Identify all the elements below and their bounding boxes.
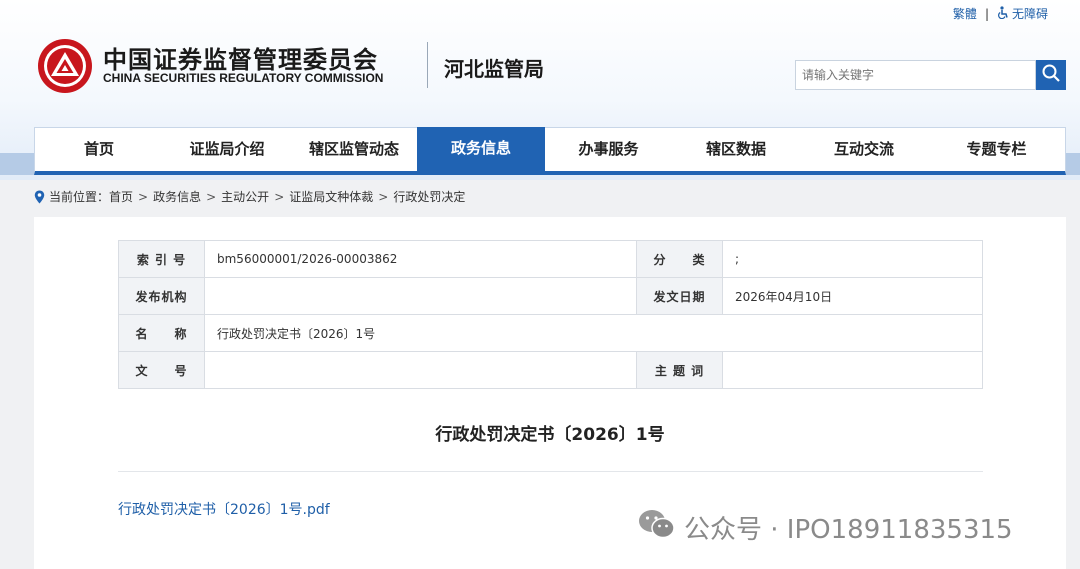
nav-item-services[interactable]: 办事服务 bbox=[545, 128, 672, 171]
breadcrumb-government-info[interactable]: 政务信息 bbox=[153, 188, 201, 205]
keywords-label: 主 题 词 bbox=[636, 351, 723, 389]
wechat-watermark: 公众号 · IPO18911835315 bbox=[638, 508, 1013, 547]
logo-divider bbox=[427, 42, 428, 88]
index-number-value: bm56000001/2026-00003862 bbox=[204, 240, 637, 278]
accessibility-label: 无障碍 bbox=[1011, 7, 1048, 21]
breadcrumb-separator: > bbox=[206, 189, 217, 204]
index-number-label: 索 引 号 bbox=[118, 240, 205, 278]
category-label: 分 类 bbox=[636, 240, 723, 278]
publisher-label: 发布机构 bbox=[118, 277, 205, 315]
document-metadata-table: 索 引 号 bm56000001/2026-00003862 分 类 ; 发布机… bbox=[118, 240, 983, 389]
accessibility-link[interactable]: 无障碍 bbox=[997, 5, 1048, 22]
breadcrumb-prefix: 当前位置： bbox=[49, 190, 110, 204]
breadcrumb-public-disclosure[interactable]: 主动公开 bbox=[221, 188, 269, 205]
traditional-chinese-link[interactable]: 繁體 bbox=[953, 5, 977, 22]
watermark-text: 公众号 · IPO18911835315 bbox=[684, 515, 1013, 545]
search-icon bbox=[1041, 63, 1061, 87]
nav-item-special-topics[interactable]: 专题专栏 bbox=[928, 128, 1065, 171]
document-name-value: 行政处罚决定书〔2026〕1号 bbox=[204, 314, 983, 352]
main-nav: 首页 证监局介绍 辖区监管动态 政务信息 办事服务 辖区数据 互动交流 专题专栏 bbox=[34, 127, 1066, 175]
nav-item-interaction[interactable]: 互动交流 bbox=[800, 128, 928, 171]
table-row: 发布机构 发文日期 2026年04月10日 bbox=[118, 277, 983, 315]
wechat-icon bbox=[638, 508, 676, 547]
table-row: 文 号 主 题 词 bbox=[118, 351, 983, 389]
nav-item-regional-data[interactable]: 辖区数据 bbox=[672, 128, 800, 171]
keywords-value bbox=[722, 351, 983, 389]
document-number-value bbox=[204, 351, 637, 389]
document-name-label: 名 称 bbox=[118, 314, 205, 352]
search-input[interactable] bbox=[795, 60, 1036, 90]
bureau-name: 河北监管局 bbox=[444, 57, 544, 81]
category-value: ; bbox=[722, 240, 983, 278]
top-links: 繁體 | 无障碍 bbox=[953, 5, 1048, 22]
wheelchair-icon bbox=[997, 5, 1009, 22]
issue-date-label: 发文日期 bbox=[636, 277, 723, 315]
breadcrumb-separator: > bbox=[274, 189, 285, 204]
publisher-value bbox=[204, 277, 637, 315]
search-button[interactable] bbox=[1036, 60, 1066, 90]
document-title: 行政处罚决定书〔2026〕1号 bbox=[435, 425, 665, 445]
document-number-label: 文 号 bbox=[118, 351, 205, 389]
logo-chinese-name: 中国证券监督管理委员会 bbox=[103, 46, 378, 74]
table-row: 索 引 号 bm56000001/2026-00003862 分 类 ; bbox=[118, 240, 983, 278]
csrc-emblem-icon bbox=[37, 38, 93, 94]
breadcrumb-document-types[interactable]: 证监局文种体裁 bbox=[289, 188, 373, 205]
logo-english-name: CHINA SECURITIES REGULATORY COMMISSION bbox=[103, 71, 384, 85]
breadcrumb-home[interactable]: 首页 bbox=[109, 188, 133, 205]
breadcrumb-separator: > bbox=[378, 189, 389, 204]
breadcrumb-separator: > bbox=[138, 189, 149, 204]
nav-item-home[interactable]: 首页 bbox=[35, 128, 163, 171]
top-links-separator: | bbox=[984, 6, 989, 21]
breadcrumb-penalty-decision[interactable]: 行政处罚决定 bbox=[393, 188, 465, 205]
nav-item-bureau-intro[interactable]: 证监局介绍 bbox=[163, 128, 291, 171]
location-pin-icon bbox=[34, 190, 45, 204]
table-row: 名 称 行政处罚决定书〔2026〕1号 bbox=[118, 314, 983, 352]
pdf-attachment-link[interactable]: 行政处罚决定书〔2026〕1号.pdf bbox=[118, 499, 330, 519]
title-divider bbox=[118, 471, 983, 472]
issue-date-value: 2026年04月10日 bbox=[722, 277, 983, 315]
nav-item-government-info[interactable]: 政务信息 bbox=[417, 127, 545, 171]
nav-item-regulatory-news[interactable]: 辖区监管动态 bbox=[291, 128, 417, 171]
breadcrumb: 当前位置： 首页 > 政务信息 > 主动公开 > 证监局文种体裁 > 行政处罚决… bbox=[34, 188, 465, 205]
